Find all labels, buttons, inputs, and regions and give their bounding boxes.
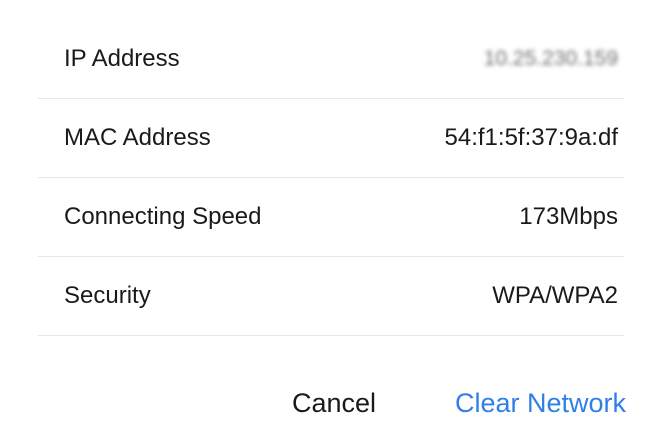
security-row: Security WPA/WPA2 bbox=[38, 257, 624, 336]
network-info-list: IP Address 10.25.230.159 MAC Address 54:… bbox=[38, 20, 624, 336]
mac-address-row: MAC Address 54:f1:5f:37:9a:df bbox=[38, 99, 624, 178]
ip-address-label: IP Address bbox=[64, 45, 180, 72]
mac-address-label: MAC Address bbox=[64, 124, 211, 151]
connecting-speed-label: Connecting Speed bbox=[64, 203, 262, 230]
mac-address-value: 54:f1:5f:37:9a:df bbox=[444, 124, 618, 151]
clear-network-button[interactable]: Clear Network bbox=[455, 380, 626, 426]
ip-address-value: 10.25.230.159 bbox=[483, 47, 618, 70]
security-label: Security bbox=[64, 282, 151, 309]
cancel-button[interactable]: Cancel bbox=[292, 380, 376, 426]
security-value: WPA/WPA2 bbox=[492, 282, 618, 309]
connecting-speed-row: Connecting Speed 173Mbps bbox=[38, 178, 624, 257]
connecting-speed-value: 173Mbps bbox=[519, 203, 618, 230]
dialog-actions: Cancel Clear Network bbox=[0, 380, 668, 426]
ip-address-row: IP Address 10.25.230.159 bbox=[38, 20, 624, 99]
network-details-dialog: IP Address 10.25.230.159 MAC Address 54:… bbox=[0, 0, 668, 434]
